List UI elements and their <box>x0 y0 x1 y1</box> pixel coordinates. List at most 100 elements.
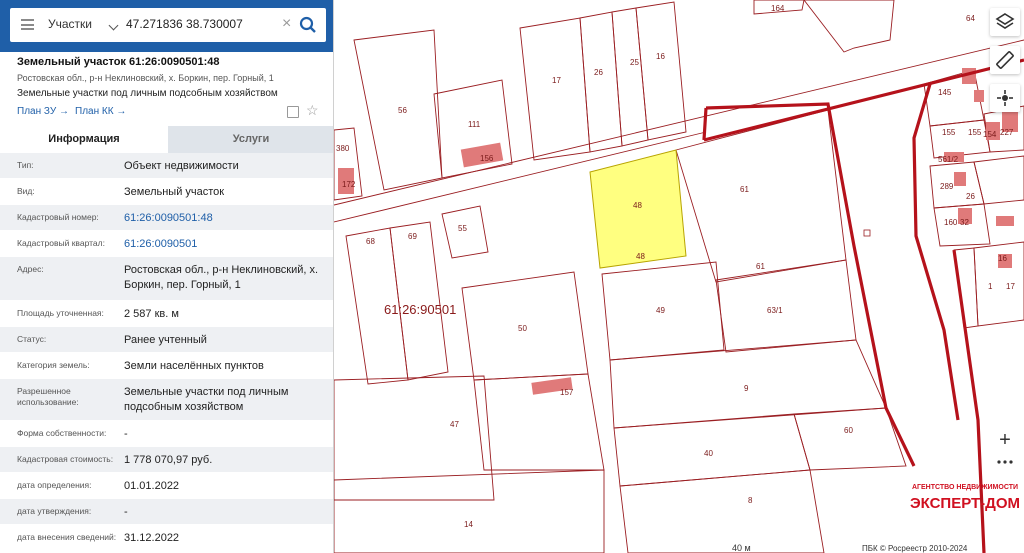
attribute-label: Кадастровый квартал: <box>17 238 105 248</box>
parcel-label: 63/1 <box>767 306 783 315</box>
parcel-label: 561/2 <box>938 155 959 164</box>
parcel-label: 227 <box>1000 128 1014 137</box>
attribute-value: 2 587 кв. м <box>124 308 179 320</box>
info-panel: Участки 47.271836 38.730007 × Земельный … <box>0 0 334 553</box>
parcel-label: 154 <box>983 130 997 139</box>
attribute-row: Кадастровый квартал: 61:26:0090501 <box>0 231 333 257</box>
attribute-value: - <box>124 506 128 518</box>
watermark-line-2: ЭКСПЕРТ-ДОМ <box>909 495 1021 512</box>
parcel-label: 155 <box>968 128 982 137</box>
building-155 <box>974 90 984 102</box>
parcel-label: 17 <box>552 76 561 85</box>
parcel-label: 48 <box>633 201 642 210</box>
parcel-14 <box>334 469 605 553</box>
parcel-label: 164 <box>771 4 785 13</box>
attribute-value[interactable]: 61:26:0090501:48 <box>124 211 329 226</box>
parcel-63-1 <box>715 259 857 353</box>
parcel-label: 61 <box>756 262 765 271</box>
attribute-label: Кадастровая стоимость: <box>17 454 114 464</box>
attribute-row: дата утверждения: - <box>0 499 333 525</box>
plan-zu-link[interactable]: План ЗУ → <box>17 106 69 117</box>
parcel-label: 40 <box>704 449 713 458</box>
copyright-text: ПБК © Росреестр 2010-2024 <box>862 544 968 553</box>
parcel-label: 26 <box>594 68 603 77</box>
parcel-label: 60 <box>844 426 853 435</box>
attribute-label: Форма собственности: <box>17 428 107 438</box>
parcel-label: 17 <box>1006 282 1015 291</box>
parcel-label: 380 <box>336 144 350 153</box>
parcel-address: Ростовская обл., р-н Неклиновский, х. Бо… <box>17 73 274 83</box>
cadastral-map[interactable]: 164 64 17 26 25 16 56 111 156 380 172 68… <box>334 0 1024 553</box>
tab-information[interactable]: Информация <box>0 126 168 153</box>
parcel-label: 68 <box>366 237 375 246</box>
chevron-down-icon[interactable] <box>108 20 119 31</box>
parcel-label: 56 <box>398 106 407 115</box>
parcel-label: 8 <box>748 496 753 505</box>
building-gap <box>996 216 1014 226</box>
attribute-value: - <box>124 428 128 440</box>
attribute-row: Разрешенное использование: Земельные учас… <box>0 379 333 421</box>
parcel-label: 289 <box>940 182 954 191</box>
attribute-label: Вид: <box>17 186 35 196</box>
parcel-label: 16 <box>998 254 1007 263</box>
parcel-label: 49 <box>656 306 665 315</box>
settlement-boundary-notch <box>702 107 708 141</box>
attribute-label: Категория земель: <box>17 360 90 370</box>
layers-icon <box>995 13 1015 29</box>
parcel-usage: Земельные участки под личным подсобным х… <box>17 88 278 99</box>
more-button[interactable] <box>990 454 1020 480</box>
building-289 <box>954 172 966 186</box>
parcel-label: 16 <box>656 52 665 61</box>
category-select[interactable]: Участки <box>48 17 92 31</box>
parcel-26b <box>973 155 1024 205</box>
star-icon[interactable]: ☆ <box>306 102 319 119</box>
search-input[interactable]: 47.271836 38.730007 <box>126 17 276 31</box>
parcel-label: 160 <box>944 218 958 227</box>
parcel-label: 47 <box>450 420 459 429</box>
parcel-47 <box>334 375 495 501</box>
parcel-64 <box>803 0 895 53</box>
parcel-label: 1 <box>988 282 993 291</box>
attribute-row: дата внесения сведений: 31.12.2022 <box>0 525 333 551</box>
attribute-value: 1 778 070,97 руб. <box>124 454 213 466</box>
locate-button[interactable] <box>990 84 1020 112</box>
marker-square <box>863 229 871 237</box>
document-search-icon[interactable] <box>287 106 299 118</box>
attribute-value[interactable]: 61:26:0090501 <box>124 237 329 252</box>
attribute-label: Кадастровый номер: <box>17 212 99 222</box>
attribute-row: Площадь уточненная: 2 587 кв. м <box>0 301 333 327</box>
search-icon[interactable] <box>299 16 317 34</box>
attribute-value: Ростовская обл., р-н Неклиновский, х. Бо… <box>124 264 319 291</box>
ruler-button[interactable] <box>990 46 1020 74</box>
zoom-in-button[interactable]: + <box>990 428 1020 454</box>
ruler-icon <box>996 51 1014 69</box>
parcel-label: 155 <box>942 128 956 137</box>
attribute-row: Кадастровая стоимость: 1 778 070,97 руб. <box>0 447 333 473</box>
attribute-row: Категория земель: Земли населённых пункто… <box>0 353 333 379</box>
parcel-label: 172 <box>342 180 356 189</box>
scale-bar-label: 40 м <box>732 543 751 553</box>
parcel-label: 48 <box>636 252 645 261</box>
attribute-label: Статус: <box>17 334 47 344</box>
parcel-label: 157 <box>560 388 574 397</box>
attribute-row: Вид: Земельный участок <box>0 179 333 205</box>
parcel-label: 69 <box>408 232 417 241</box>
attribute-value: 31.12.2022 <box>124 532 180 544</box>
tab-bar: Информация Услуги <box>0 126 333 153</box>
tab-services[interactable]: Услуги <box>168 126 333 153</box>
plan-kk-link[interactable]: План КК → <box>75 106 126 117</box>
watermark-line-1: АГЕНТСТВО НЕДВИЖИМОСТИ <box>911 484 1019 491</box>
attribute-row: Кадастровый номер: 61:26:0090501:48 <box>0 205 333 231</box>
menu-icon[interactable] <box>21 19 34 30</box>
clear-icon[interactable]: × <box>282 15 291 33</box>
attribute-label: Адрес: <box>17 264 44 274</box>
parcel-17 <box>519 17 591 161</box>
parcel-8 <box>619 469 825 553</box>
parcel-label: 64 <box>966 14 975 23</box>
map-canvas[interactable] <box>334 0 1024 553</box>
layers-button[interactable] <box>990 8 1020 36</box>
locate-icon <box>997 90 1013 106</box>
parcel-label: 9 <box>744 384 749 393</box>
attribute-label: дата утверждения: <box>17 506 92 516</box>
attribute-value: Земли населённых пунктов <box>124 360 264 372</box>
